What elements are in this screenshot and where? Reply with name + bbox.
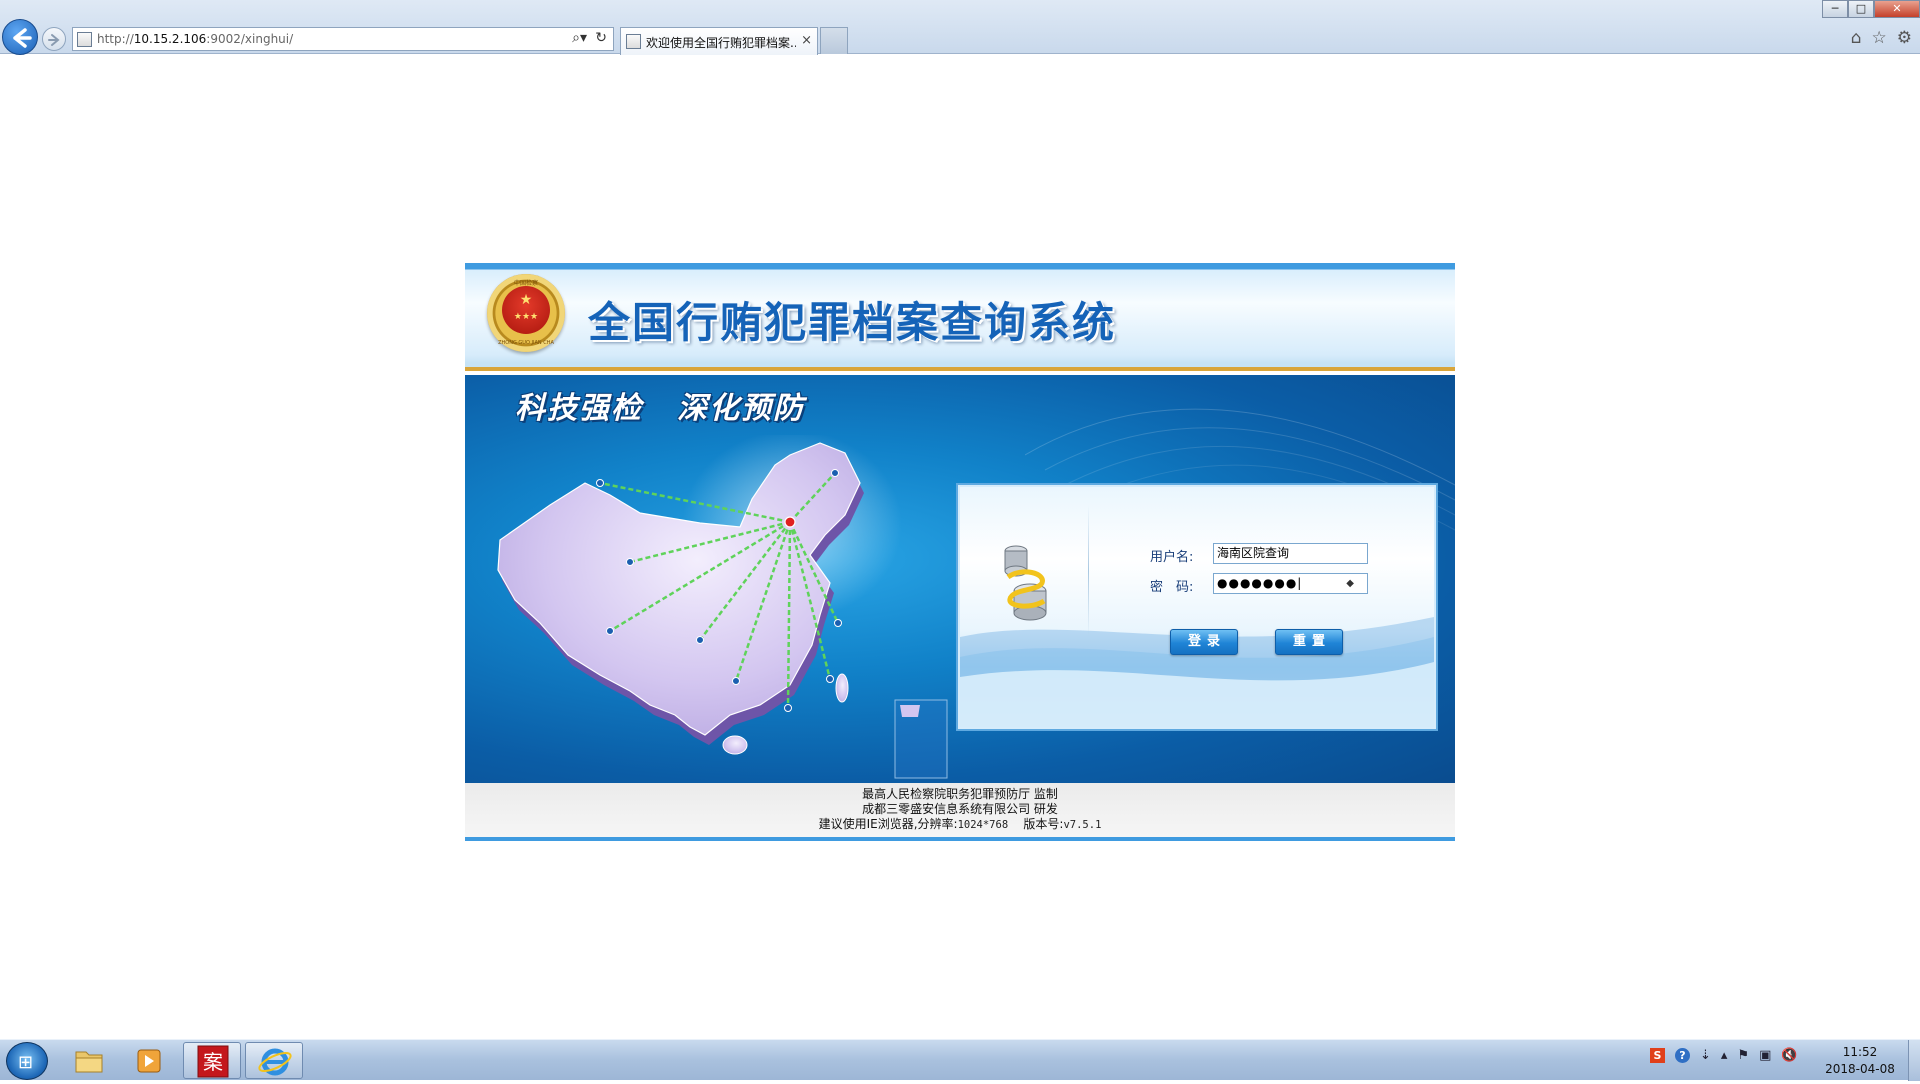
- help-icon[interactable]: ?: [1675, 1048, 1690, 1063]
- reset-button[interactable]: 重置: [1275, 629, 1343, 655]
- taiwan-island-shape: [835, 673, 849, 703]
- url-path: :9002/xinghui/: [206, 32, 294, 46]
- tab-title: 欢迎使用全国行贿犯罪档案...: [646, 36, 796, 50]
- star-icon[interactable]: ☆: [1872, 28, 1887, 48]
- taskbar-archive-app[interactable]: 案: [183, 1042, 241, 1079]
- network-status-icon[interactable]: ⇣: [1700, 1048, 1711, 1063]
- emblem-small-stars-icon: ★★★: [513, 312, 539, 322]
- taskbar-clock[interactable]: 11:52 2018-04-08: [1818, 1044, 1902, 1078]
- refresh-icon[interactable]: ↻: [595, 30, 607, 46]
- slogan-left: 科技强检: [515, 391, 643, 426]
- media-player-icon: [137, 1049, 161, 1073]
- slogan: 科技强检 深化预防: [515, 383, 805, 427]
- emblem-bottom-text: ZHONG GUO JIAN CHA: [498, 340, 554, 346]
- login-divider: [1088, 505, 1089, 637]
- hainan-island-shape: [722, 735, 748, 755]
- internet-explorer-icon: [258, 1048, 292, 1076]
- slogan-right: 深化预防: [677, 391, 805, 426]
- browser-chrome: http://10.15.2.106:9002/xinghui/ ⌕▾ ↻ 欢迎…: [0, 0, 1920, 55]
- back-arrow-icon: [13, 28, 32, 48]
- page-footer: 最高人民检察院职务犯罪预防厅 监制 成都三零盛安信息系统有限公司 研发 建议使用…: [465, 783, 1455, 841]
- maximize-button[interactable]: □: [1848, 0, 1874, 18]
- display-icon[interactable]: ▣: [1759, 1048, 1771, 1063]
- minimize-button[interactable]: ─: [1822, 0, 1848, 18]
- window-controls: ─ □ ✕: [1822, 0, 1920, 18]
- password-input[interactable]: ●●●●●●●| ◆: [1213, 573, 1368, 594]
- input-method-icon[interactable]: S: [1650, 1048, 1665, 1063]
- taskbar-media-player[interactable]: [120, 1042, 178, 1079]
- footer-browser-info: 建议使用IE浏览器,分辨率:1024*768 版本号:v7.5.1: [465, 817, 1455, 833]
- emblem-center: ★ ★★★: [502, 286, 550, 334]
- windows-logo-icon: ⊞: [18, 1052, 34, 1073]
- home-icon[interactable]: ⌂: [1851, 28, 1862, 48]
- database-icon: [1004, 545, 1047, 621]
- footer-browser-hint: 建议使用IE浏览器,分辨率:: [818, 817, 958, 831]
- tab-close-icon[interactable]: ×: [801, 33, 812, 48]
- address-bar[interactable]: http://10.15.2.106:9002/xinghui/ ⌕▾ ↻: [72, 27, 614, 51]
- footer-resolution: 1024*768: [957, 819, 1009, 831]
- reveal-password-icon[interactable]: ◆: [1346, 574, 1355, 593]
- archive-app-icon: 案: [197, 1045, 229, 1078]
- show-hidden-icons-icon[interactable]: ▴: [1721, 1048, 1728, 1063]
- start-button[interactable]: ⊞: [6, 1042, 48, 1080]
- password-label: 密 码:: [1150, 580, 1194, 595]
- emblem-star-icon: ★: [519, 292, 533, 308]
- browser-toolbar: ⌂ ☆ ⚙: [1851, 28, 1912, 48]
- forward-button[interactable]: [42, 27, 66, 51]
- system-header: 中国检察 ★ ★★★ ZHONG GUO JIAN CHA 全国行贿犯罪档案查询…: [465, 263, 1455, 371]
- gear-icon[interactable]: ⚙: [1897, 28, 1912, 48]
- page-favicon-icon: [77, 32, 92, 47]
- taskbar: ⊞ 案 S ? ⇣ ▴ ⚑ ▣ 🔇 11:52 2018-04-08: [0, 1039, 1920, 1081]
- url-scheme: http://: [97, 32, 134, 46]
- capital-point: [784, 516, 796, 528]
- action-center-flag-icon[interactable]: ⚑: [1737, 1048, 1749, 1063]
- footer-developer: 成都三零盛安信息系统有限公司 研发: [862, 802, 1058, 816]
- footer-supervisor: 最高人民检察院职务犯罪预防厅 监制: [862, 787, 1058, 801]
- footer-version-label: 版本号:: [1023, 817, 1064, 831]
- search-dropdown-icon[interactable]: ⌕▾: [572, 30, 587, 46]
- tab-login-page[interactable]: 欢迎使用全国行贿犯罪档案... ×: [620, 27, 818, 55]
- archive-app-glyph: 案: [203, 1050, 223, 1074]
- procuratorate-emblem-icon: 中国检察 ★ ★★★ ZHONG GUO JIAN CHA: [487, 274, 565, 352]
- clock-time: 11:52: [1842, 1045, 1878, 1059]
- tab-favicon-icon: [626, 34, 641, 49]
- system-tray: S ? ⇣ ▴ ⚑ ▣ 🔇: [1650, 1048, 1798, 1063]
- username-label: 用户名:: [1150, 550, 1194, 565]
- volume-muted-icon[interactable]: 🔇: [1781, 1048, 1797, 1063]
- south-sea-inset-land: [900, 705, 920, 717]
- url-host: 10.15.2.106: [133, 32, 207, 46]
- back-button[interactable]: [2, 19, 38, 55]
- taskbar-internet-explorer[interactable]: [245, 1042, 303, 1079]
- system-title: 全国行贿犯罪档案查询系统: [588, 298, 1117, 347]
- footer-version: v7.5.1: [1063, 819, 1102, 831]
- address-url[interactable]: http://10.15.2.106:9002/xinghui/: [97, 32, 293, 46]
- new-tab-button[interactable]: [820, 27, 848, 54]
- username-input[interactable]: 海南区院查询: [1213, 543, 1368, 564]
- password-masked-value: ●●●●●●●|: [1217, 576, 1303, 590]
- folder-icon: [75, 1051, 103, 1073]
- china-map-illustration: [497, 435, 948, 779]
- hero-banner: 科技强检 深化预防 用户名: 海南区院查询 密 码: ●●●●●●●| ◆ 登录…: [465, 375, 1455, 783]
- taskbar-file-explorer[interactable]: [60, 1042, 118, 1079]
- login-button[interactable]: 登录: [1170, 629, 1238, 655]
- show-desktop-button[interactable]: [1908, 1040, 1920, 1081]
- clock-date: 2018-04-08: [1825, 1062, 1895, 1076]
- forward-arrow-icon: [48, 34, 60, 46]
- login-page: 中国检察 ★ ★★★ ZHONG GUO JIAN CHA 全国行贿犯罪档案查询…: [465, 263, 1455, 841]
- login-panel: 用户名: 海南区院查询 密 码: ●●●●●●●| ◆ 登录 重置: [958, 485, 1436, 729]
- close-window-button[interactable]: ✕: [1874, 0, 1920, 18]
